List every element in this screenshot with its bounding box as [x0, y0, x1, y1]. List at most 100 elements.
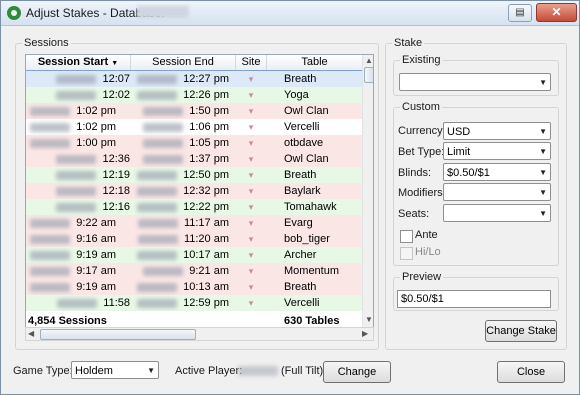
session-end-cell: 12:26 pm	[131, 87, 235, 103]
col-table[interactable]: Table	[267, 55, 362, 70]
vertical-scroll-thumb[interactable]	[364, 67, 373, 83]
site-icon: ▾	[248, 154, 254, 164]
table-cell: Baylark	[284, 185, 321, 197]
sessions-count: 4,854 Sessions	[28, 315, 107, 327]
col-site[interactable]: Site	[236, 55, 267, 70]
existing-stake-select[interactable]: ▼	[399, 73, 551, 91]
site-icon: ▾	[248, 250, 254, 260]
table-cell: Evarg	[284, 217, 313, 229]
scroll-up-icon[interactable]: ▲	[365, 56, 373, 65]
date-redacted	[137, 170, 178, 180]
date-redacted	[30, 250, 71, 260]
date-redacted	[30, 282, 71, 292]
table-row[interactable]: 1:00 pm 1:05 pm ▾ otbdave	[26, 135, 362, 151]
date-redacted	[137, 282, 178, 292]
session-end-cell: 9:21 am	[131, 263, 235, 279]
grid-horizontal-scrollbar[interactable]: ◀ ▶	[25, 327, 374, 341]
horizontal-scroll-thumb[interactable]	[40, 329, 196, 340]
chevron-down-icon: ▼	[539, 168, 547, 177]
site-icon: ▾	[248, 266, 254, 276]
stake-legend: Stake	[394, 37, 423, 49]
session-start-cell: 12:36 pm	[26, 151, 130, 181]
table-row[interactable]: 9:17 am 9:21 am ▾ Momentum	[26, 263, 362, 279]
chevron-down-icon: ▼	[539, 147, 547, 156]
table-row[interactable]: 1:02 pm 1:06 pm ▾ Vercelli	[26, 119, 362, 135]
sessions-grid[interactable]: Session Start ▼ Session End Site Table 1…	[25, 54, 374, 328]
database-name-redacted	[137, 6, 189, 18]
chevron-down-icon: ▼	[539, 127, 547, 136]
table-row[interactable]: 9:16 am 11:20 am ▾ bob_tiger	[26, 231, 362, 247]
bet-type-select[interactable]: Limit ▼	[443, 142, 551, 160]
table-row[interactable]: 9:19 am 10:13 am ▾ Breath	[26, 279, 362, 295]
date-redacted	[137, 186, 178, 196]
session-end-cell: 12:50 pm	[131, 167, 235, 183]
active-player-label: Active Player:	[175, 365, 243, 377]
table-row[interactable]: 12:02 pm12:26 pm ▾ Yoga	[26, 87, 362, 117]
table-row[interactable]: 1:02 pm 1:50 pm ▾ Owl Clan	[26, 103, 362, 119]
table-row[interactable]: 12:16 pm12:22 pm ▾ Tomahawk	[26, 199, 362, 229]
close-button[interactable]: Close	[497, 361, 565, 383]
scroll-right-icon[interactable]: ▶	[362, 329, 368, 338]
table-row[interactable]: 12:19 pm12:50 pm ▾ Breath	[26, 167, 362, 197]
grid-footer: 4,854 Sessions 630 Tables	[26, 313, 362, 327]
scroll-down-icon[interactable]: ▼	[365, 315, 373, 324]
table-row[interactable]: 9:22 am 11:17 am ▾ Evarg	[26, 215, 362, 231]
hilo-checkbox[interactable]	[400, 247, 413, 260]
preview-legend: Preview	[402, 271, 442, 283]
session-start-cell: 12:18 pm	[26, 183, 130, 213]
game-type-select[interactable]: Holdem ▼	[71, 361, 159, 379]
date-redacted	[30, 218, 71, 228]
currency-select[interactable]: USD ▼	[443, 122, 551, 140]
game-type-label: Game Type:	[13, 365, 73, 377]
site-icon: ▾	[248, 138, 254, 148]
date-redacted	[137, 202, 178, 212]
table-cell: Vercelli	[284, 121, 320, 133]
session-end-cell: 1:37 pm	[131, 151, 235, 167]
close-window-button[interactable]: ✕	[536, 3, 577, 22]
table-cell: Yoga	[284, 89, 309, 101]
change-player-button[interactable]: Change	[323, 361, 391, 383]
table-cell: bob_tiger	[284, 233, 330, 245]
session-start-cell: 9:19 am	[26, 247, 130, 263]
change-stake-button[interactable]: Change Stake	[485, 320, 557, 342]
site-icon: ▾	[248, 234, 254, 244]
session-end-cell: 10:17 am	[131, 247, 235, 263]
existing-legend: Existing	[402, 54, 441, 66]
ante-checkbox[interactable]	[400, 230, 413, 243]
help-button[interactable]: ▤	[508, 4, 532, 22]
app-icon	[7, 6, 21, 20]
blinds-select[interactable]: $0.50/$1 ▼	[443, 163, 551, 181]
session-end-cell: 1:50 pm	[131, 103, 235, 119]
session-end-cell: 1:06 pm	[131, 119, 235, 135]
date-redacted	[56, 90, 97, 100]
table-row[interactable]: 9:19 am 10:17 am ▾ Archer	[26, 247, 362, 263]
table-row[interactable]: 11:58 am12:59 pm ▾ Vercelli	[26, 295, 362, 325]
modifiers-select[interactable]: ▼	[443, 183, 551, 201]
table-cell: otbdave	[284, 137, 324, 149]
custom-legend: Custom	[402, 101, 440, 113]
table-row[interactable]: 12:07 pm12:27 pm ▾ Breath	[26, 70, 363, 101]
session-end-cell: 12:32 pm	[131, 183, 235, 199]
table-cell: Momentum	[284, 265, 340, 277]
table-row[interactable]: 12:36 pm1:37 pm ▾ Owl Clan	[26, 151, 362, 181]
grid-vertical-scrollbar[interactable]: ▲ ▼	[362, 55, 373, 327]
date-redacted	[56, 186, 97, 196]
session-start-cell: 9:19 am	[26, 279, 130, 295]
col-session-end[interactable]: Session End	[131, 55, 236, 70]
session-start-cell: 9:16 am	[26, 231, 130, 247]
date-redacted	[30, 266, 71, 276]
date-redacted	[137, 74, 178, 84]
site-icon: ▾	[248, 74, 254, 84]
date-redacted	[137, 298, 178, 308]
site-icon: ▾	[248, 298, 254, 308]
table-row[interactable]: 12:18 pm12:32 pm ▾ Baylark	[26, 183, 362, 213]
seats-select[interactable]: ▼	[443, 204, 551, 222]
date-redacted	[56, 74, 97, 84]
date-redacted	[57, 298, 98, 308]
tables-count: 630 Tables	[284, 315, 340, 327]
col-session-start[interactable]: Session Start ▼	[26, 55, 131, 70]
date-redacted	[56, 154, 97, 164]
session-end-cell: 10:13 am	[131, 279, 235, 295]
scroll-left-icon[interactable]: ◀	[28, 329, 34, 338]
table-cell: Owl Clan	[284, 105, 329, 117]
